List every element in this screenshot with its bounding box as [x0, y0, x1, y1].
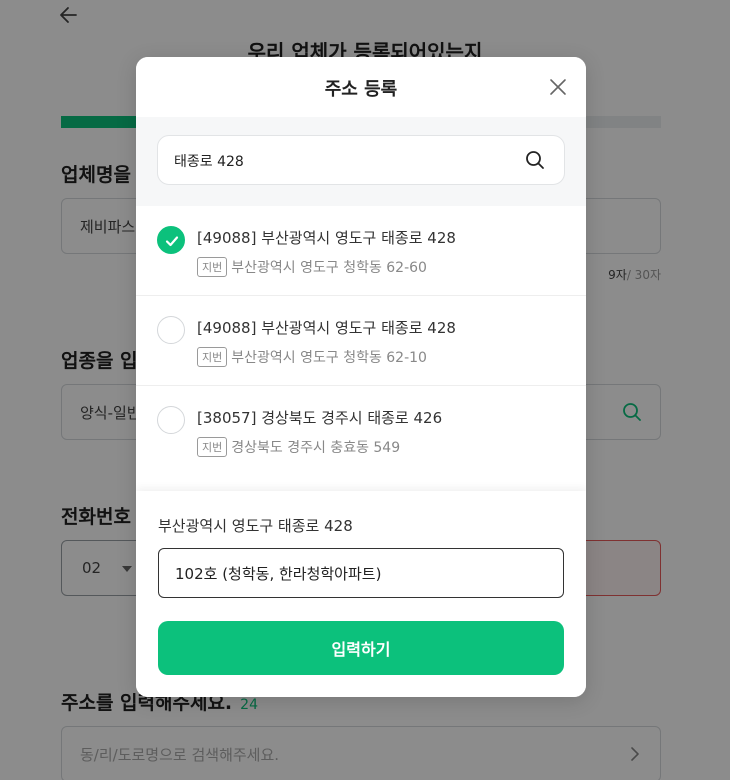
check-icon: [165, 236, 179, 247]
jibun-address-line: 지번 부산광역시 영도구 청학동 62-60: [197, 257, 427, 277]
detail-address-input[interactable]: [158, 548, 564, 598]
modal-title: 주소 등록: [324, 79, 398, 100]
submit-button[interactable]: 입력하기: [158, 621, 564, 675]
selected-address: 부산광역시 영도구 태종로 428: [158, 517, 353, 535]
jibun-address: 부산광역시 영도구 청학동 62-60: [231, 260, 427, 276]
road-address: [38057] 경상북도 경주시 태종로 426: [197, 409, 443, 427]
radio-unselected[interactable]: [157, 316, 185, 344]
jibun-address: 경상북도 경주시 충효동 549: [231, 440, 401, 456]
search-area: [136, 117, 586, 206]
modal-header: 주소 등록: [136, 57, 586, 117]
radio-selected[interactable]: [157, 226, 185, 254]
search-icon[interactable]: [524, 149, 546, 171]
address-result-item[interactable]: [49088] 부산광역시 영도구 태종로 428 지번 부산광역시 영도구 청학…: [136, 206, 586, 296]
jibun-address-line: 지번 경상북도 경주시 충효동 549: [197, 437, 400, 457]
address-result-item[interactable]: [38057] 경상북도 경주시 태종로 426 지번 경상북도 경주시 충효동 …: [136, 386, 586, 476]
road-address: [49088] 부산광역시 영도구 태종로 428: [197, 319, 456, 337]
address-result-item[interactable]: [49088] 부산광역시 영도구 태종로 428 지번 부산광역시 영도구 청학…: [136, 296, 586, 386]
jibun-badge: 지번: [197, 257, 228, 277]
detail-address-panel: 부산광역시 영도구 태종로 428 입력하기: [136, 491, 586, 697]
road-address: [49088] 부산광역시 영도구 태종로 428: [197, 229, 456, 247]
close-icon[interactable]: [548, 77, 568, 97]
jibun-address: 부산광역시 영도구 청학동 62-10: [231, 350, 427, 366]
jibun-badge: 지번: [197, 347, 228, 367]
radio-unselected[interactable]: [157, 406, 185, 434]
address-search-box: [157, 135, 565, 185]
address-result-list: [49088] 부산광역시 영도구 태종로 428 지번 부산광역시 영도구 청학…: [136, 206, 586, 476]
jibun-address-line: 지번 부산광역시 영도구 청학동 62-10: [197, 347, 427, 367]
address-modal: 주소 등록 [49088] 부산광역시 영도구 태종로 428 지번부산광역시 …: [136, 57, 586, 697]
jibun-badge: 지번: [197, 437, 228, 457]
address-search-input[interactable]: [174, 150, 514, 172]
